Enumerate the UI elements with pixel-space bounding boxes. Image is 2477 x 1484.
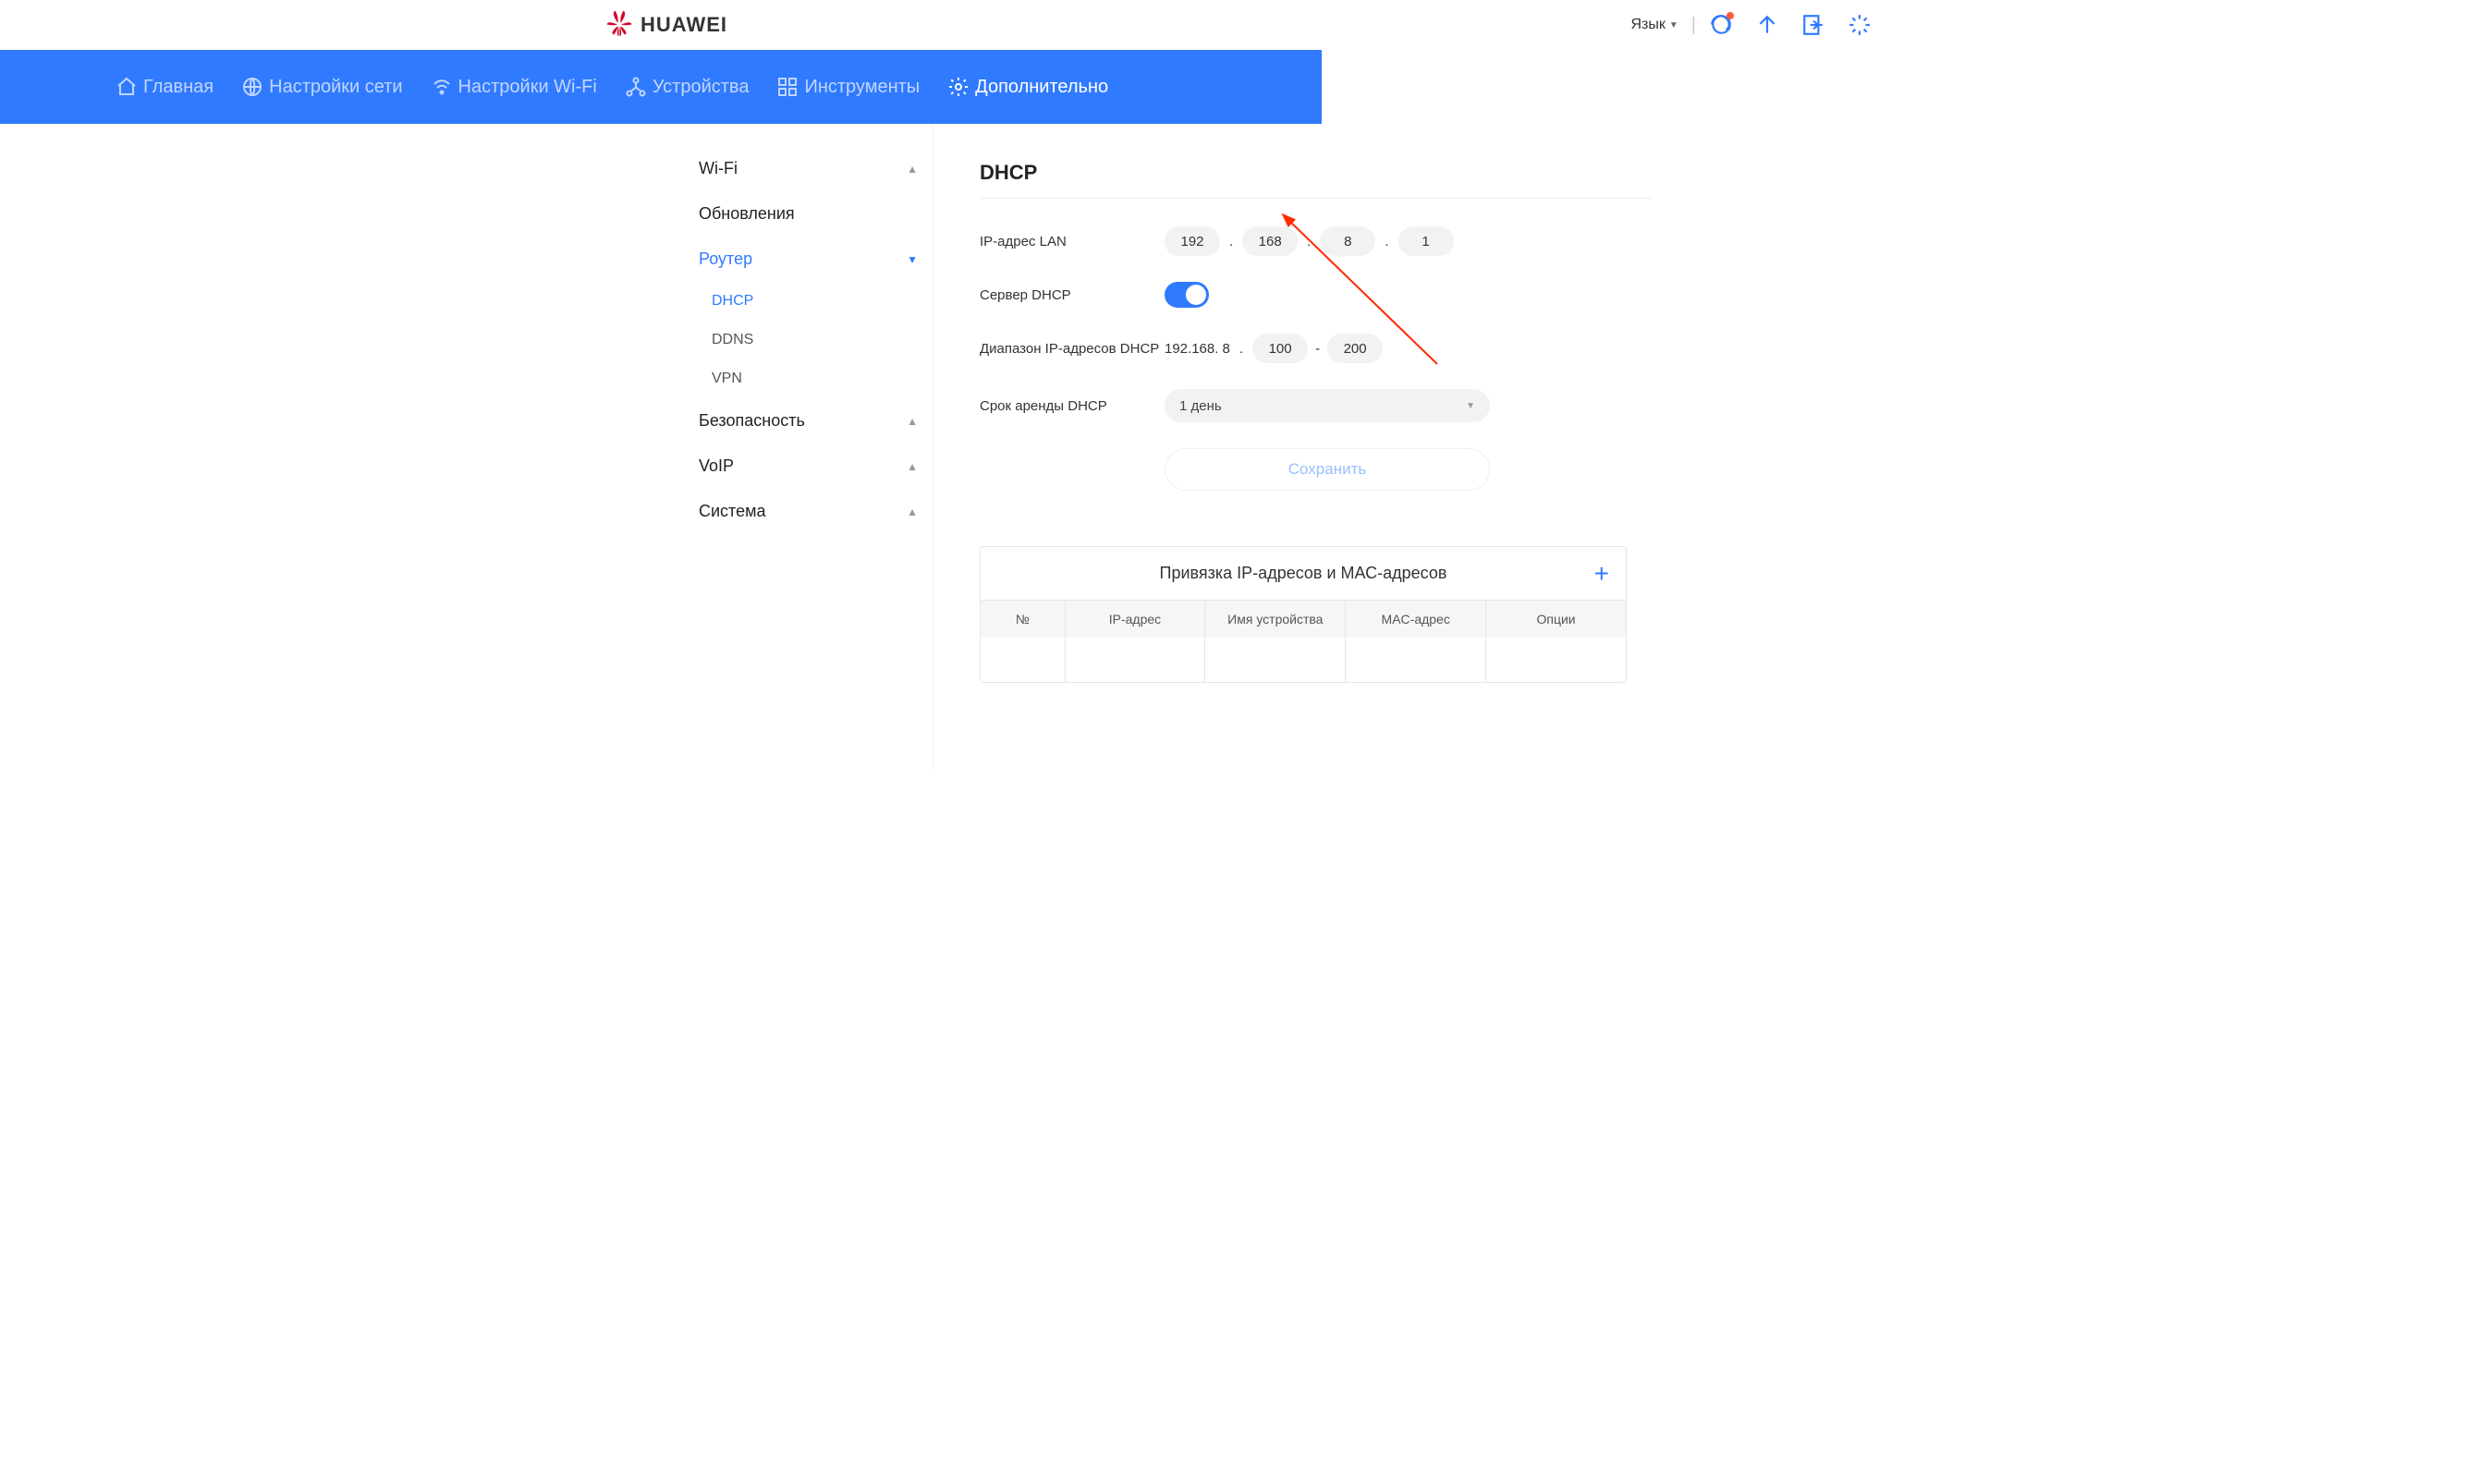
brand-text: HUAWEI	[641, 13, 727, 37]
sidebar-item-label: DDNS	[712, 332, 753, 347]
add-binding-button[interactable]: +	[1594, 561, 1609, 587]
col-mac: MAC-адрес	[1346, 601, 1486, 638]
nav-label: Главная	[143, 77, 214, 98]
nav-devices[interactable]: Устройства	[625, 76, 750, 98]
chevron-up-icon: ▲	[907, 415, 918, 428]
notification-dot	[1727, 12, 1734, 19]
range-dash: -	[1315, 341, 1320, 357]
nav-tools[interactable]: Инструменты	[776, 76, 920, 98]
chevron-down-icon: ▼	[907, 253, 918, 266]
col-device: Имя устройства	[1205, 601, 1346, 638]
loading-icon[interactable]	[1848, 13, 1872, 37]
logout-icon[interactable]	[1801, 13, 1825, 37]
sidebar: Wi-Fi ▲ Обновления Роутер ▼ DHCP DDNS VP…	[684, 124, 933, 771]
sidebar-item-voip[interactable]: VoIP ▲	[684, 444, 933, 489]
chevron-up-icon: ▲	[907, 460, 918, 473]
binding-title: Привязка IP-адресов и МАС-адресов	[1160, 564, 1447, 583]
language-label: Язык	[1631, 17, 1666, 33]
dhcp-range-label: Диапазон IP-адресов DHCP	[980, 341, 1165, 357]
sidebar-item-wifi[interactable]: Wi-Fi ▲	[684, 146, 933, 191]
save-button[interactable]: Сохранить	[1165, 448, 1490, 491]
range-prefix: 192.168. 8	[1165, 341, 1230, 357]
ip-mac-binding-card: Привязка IP-адресов и МАС-адресов + № IP…	[980, 546, 1627, 683]
sidebar-subitem-vpn[interactable]: VPN	[684, 359, 933, 398]
nav-label: Настройки Wi-Fi	[458, 77, 597, 98]
lan-ip-octet-2[interactable]	[1242, 226, 1298, 256]
col-options: Опции	[1486, 601, 1626, 638]
upload-icon[interactable]	[1755, 13, 1779, 37]
page-title: DHCP	[980, 161, 1784, 185]
chevron-up-icon: ▲	[907, 163, 918, 176]
nav-label: Настройки сети	[269, 77, 402, 98]
save-label: Сохранить	[1288, 460, 1366, 479]
brand-logo: HUAWEI	[605, 9, 727, 42]
header-bar: HUAWEI Язык ▼ |	[578, 0, 1899, 50]
sidebar-item-updates[interactable]: Обновления	[684, 191, 933, 237]
lease-label: Срок аренды DHCP	[980, 398, 1165, 414]
sidebar-item-label: Обновления	[699, 204, 795, 224]
dot: .	[1239, 341, 1243, 357]
sidebar-item-router[interactable]: Роутер ▼	[684, 237, 933, 282]
sidebar-item-label: Система	[699, 502, 766, 521]
content-area: DHCP IP-адрес LAN . . . Сервер DHCP	[933, 124, 1793, 771]
binding-table-body	[981, 638, 1626, 682]
binding-table-header: № IP-адрес Имя устройства MAC-адрес Опци…	[981, 601, 1626, 638]
sidebar-item-system[interactable]: Система ▲	[684, 489, 933, 534]
col-number: №	[981, 601, 1066, 638]
sidebar-item-label: Роутер	[699, 249, 752, 269]
lan-ip-octet-3[interactable]	[1320, 226, 1375, 256]
separator: |	[1691, 15, 1696, 36]
sidebar-item-label: DHCP	[712, 293, 753, 309]
dot: .	[1385, 234, 1388, 249]
lease-select[interactable]: 1 день ▼	[1165, 389, 1490, 422]
chevron-down-icon: ▼	[1466, 401, 1475, 411]
huawei-logo-icon	[605, 9, 633, 42]
sidebar-subitem-dhcp[interactable]: DHCP	[684, 282, 933, 321]
dhcp-server-toggle[interactable]	[1165, 282, 1209, 308]
chevron-up-icon: ▲	[907, 505, 918, 518]
sidebar-item-label: VPN	[712, 371, 742, 386]
nav-network-settings[interactable]: Настройки сети	[241, 76, 402, 98]
dot: .	[1307, 234, 1311, 249]
nav-wifi-settings[interactable]: Настройки Wi-Fi	[431, 76, 597, 98]
top-navigation: Главная Настройки сети Настройки Wi-Fi У…	[0, 50, 1322, 124]
language-selector[interactable]: Язык ▼	[1631, 17, 1678, 33]
caret-down-icon: ▼	[1669, 20, 1678, 30]
sidebar-item-security[interactable]: Безопасность ▲	[684, 398, 933, 444]
notifications-icon[interactable]	[1709, 13, 1733, 37]
col-ip: IP-адрес	[1066, 601, 1206, 638]
divider	[980, 198, 1652, 199]
dot: .	[1229, 234, 1233, 249]
lan-ip-label: IP-адрес LAN	[980, 234, 1165, 249]
lease-value: 1 день	[1179, 398, 1222, 414]
sidebar-item-label: Wi-Fi	[699, 159, 738, 178]
nav-advanced[interactable]: Дополнительно	[947, 76, 1108, 98]
nav-label: Дополнительно	[975, 77, 1108, 98]
nav-label: Инструменты	[804, 77, 920, 98]
sidebar-subitem-ddns[interactable]: DDNS	[684, 321, 933, 359]
nav-home[interactable]: Главная	[116, 76, 214, 98]
lan-ip-octet-1[interactable]	[1165, 226, 1220, 256]
range-end-input[interactable]	[1327, 334, 1383, 363]
lan-ip-octet-4[interactable]	[1398, 226, 1454, 256]
sidebar-item-label: VoIP	[699, 456, 734, 476]
nav-label: Устройства	[653, 77, 750, 98]
range-start-input[interactable]	[1252, 334, 1308, 363]
sidebar-item-label: Безопасность	[699, 411, 805, 431]
dhcp-server-label: Сервер DHCP	[980, 287, 1165, 303]
